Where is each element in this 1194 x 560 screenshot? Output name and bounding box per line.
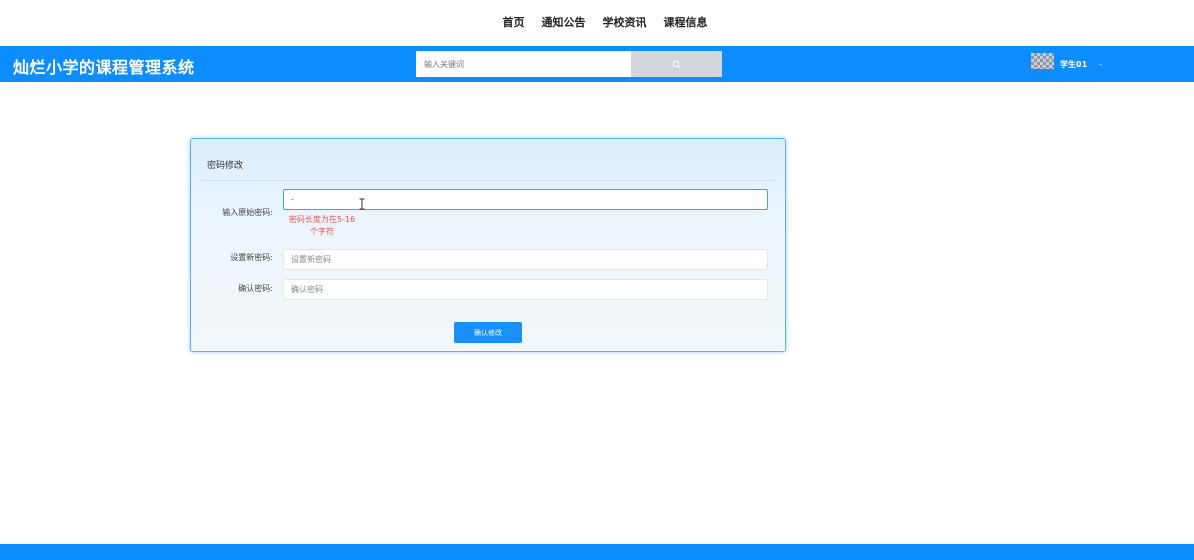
old-password-label: 输入原始密码: <box>222 208 273 217</box>
nav-item-notices[interactable]: 通知公告 <box>542 14 586 30</box>
header-bar: 灿烂小学的课程管理系统 学生01 - <box>0 46 1194 82</box>
nav-item-school-news[interactable]: 学校资讯 <box>603 14 647 30</box>
nav-item-courses[interactable]: 课程信息 <box>664 14 708 30</box>
password-change-card: 密码修改 输入原始密码: 密码长度为在5-16个字符 设置新密码: 确认密码: … <box>190 138 786 352</box>
search-input[interactable] <box>416 51 631 77</box>
avatar[interactable] <box>1031 53 1054 69</box>
site-title: 灿烂小学的课程管理系统 <box>13 58 195 77</box>
confirm-password-label: 确认密码: <box>238 284 273 293</box>
divider <box>201 180 775 181</box>
card-title: 密码修改 <box>207 161 244 171</box>
confirm-change-button[interactable]: 确认修改 <box>454 322 522 343</box>
text-cursor-icon <box>359 198 365 210</box>
chevron-down-icon[interactable]: - <box>1099 60 1102 69</box>
search-icon <box>672 60 681 68</box>
nav-item-home[interactable]: 首页 <box>503 14 525 30</box>
user-name: 学生01 <box>1060 59 1088 69</box>
new-password-label: 设置新密码: <box>230 253 273 262</box>
confirm-password-input[interactable] <box>283 279 768 300</box>
search-button[interactable] <box>631 51 722 77</box>
old-password-error: 密码长度为在5-16个字符 <box>288 215 356 236</box>
new-password-input[interactable] <box>283 249 768 270</box>
top-nav: 首页 通知公告 学校资讯 课程信息 <box>0 0 1194 44</box>
user-menu[interactable]: 学生01 - <box>1031 50 1102 78</box>
old-password-input[interactable] <box>283 189 768 210</box>
footer-bar <box>0 544 1194 560</box>
